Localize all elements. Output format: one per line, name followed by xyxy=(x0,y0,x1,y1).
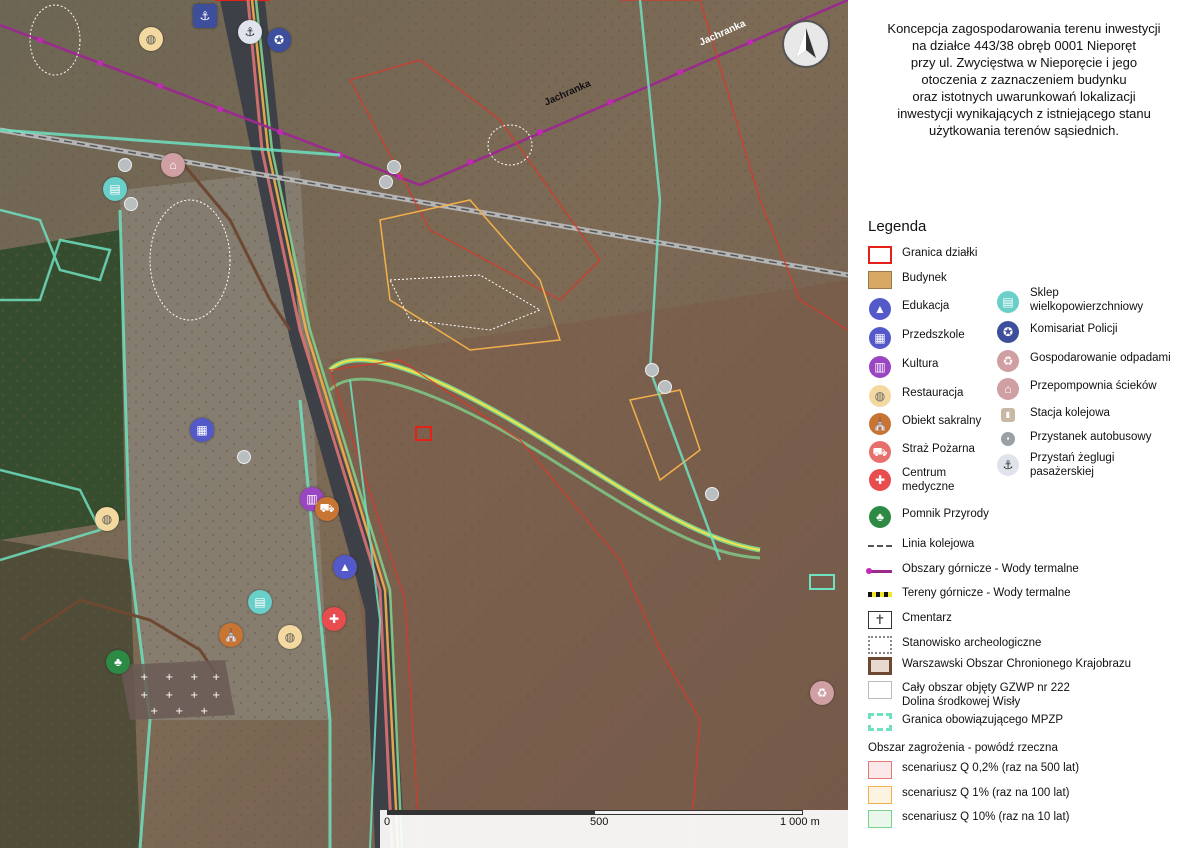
train-station-icon: ▮ xyxy=(1001,408,1015,422)
bus-stop-icon[interactable] xyxy=(387,160,401,174)
legend-item-budynek: Budynek xyxy=(868,271,947,291)
police-icon: ✪ xyxy=(997,321,1019,343)
pumping-station-icon: ⌂ xyxy=(997,378,1019,400)
medical-cross-icon: ✚ xyxy=(869,469,891,491)
svg-text:+: + xyxy=(212,672,220,683)
pumping-station-icon[interactable]: ⌂ xyxy=(161,153,185,177)
north-arrow-icon xyxy=(782,20,830,68)
legend-panel: Koncepcja zagospodarowania terenu inwest… xyxy=(848,0,1200,848)
fire-station-icon: ⛟ xyxy=(869,441,891,463)
culture-icon: ▥ xyxy=(869,356,891,378)
title-line: otoczenia z zaznaczeniem budynku xyxy=(921,72,1127,87)
legend-heading: Legenda xyxy=(868,218,927,235)
church-icon[interactable]: ⛪ xyxy=(219,623,243,647)
title-line: oraz istotnych uwarunkowań lokalizacji xyxy=(912,89,1136,104)
shop-icon[interactable]: ▤ xyxy=(248,590,272,614)
title-line: na działce 443/38 obręb 0001 Nieporęt xyxy=(911,38,1137,53)
anchor-icon[interactable]: ⚓ xyxy=(238,20,262,44)
fire-station-icon[interactable]: ⛟ xyxy=(315,497,339,521)
cross-icon: ✝ xyxy=(868,611,892,629)
legend-item-cmentarz: ✝ Cmentarz xyxy=(868,611,952,631)
legend-item-q02: scenariusz Q 0,2% (raz na 500 lat) xyxy=(868,761,1079,781)
legend-item-q1: scenariusz Q 1% (raz na 100 lat) xyxy=(868,786,1069,806)
shop-icon: ▤ xyxy=(997,291,1019,313)
legend-item-przedszkole: ▦ Przedszkole xyxy=(868,327,965,349)
svg-text:+: + xyxy=(190,690,198,701)
legend-item-edukacja: ▲ Edukacja xyxy=(868,298,949,320)
legend-item-wochk: Warszawski Obszar Chronionego Krajobrazu xyxy=(868,657,1131,677)
legend-item-q10: scenariusz Q 10% (raz na 10 lat) xyxy=(868,810,1069,830)
svg-text:+: + xyxy=(175,706,183,717)
title-line: Koncepcja zagospodarowania terenu inwest… xyxy=(887,21,1161,36)
svg-text:+: + xyxy=(140,672,148,683)
scale-bar: 0 500 1 000 m xyxy=(380,810,848,848)
legend-flood-heading: Obszar zagrożenia - powódź rzeczna xyxy=(868,742,1058,754)
legend-item-autobus: ▪ Przystanek autobusowy xyxy=(996,430,1151,450)
tree-icon: ♣ xyxy=(869,506,891,528)
legend-item-stacja: ▮ Stacja kolejowa xyxy=(996,406,1110,426)
title-line: użytkowania terenów sąsiednich. xyxy=(928,123,1120,138)
education-icon: ▲ xyxy=(869,298,891,320)
svg-text:+: + xyxy=(165,672,173,683)
police-icon[interactable]: ✪ xyxy=(267,28,291,52)
legend-item-restauracja: ◍ Restauracja xyxy=(868,385,963,407)
legend-item-sklep: ▤ Sklep wielkopowierzchniowy xyxy=(996,286,1143,314)
svg-text:+: + xyxy=(140,690,148,701)
legend-item-policja: ✪ Komisariat Policji xyxy=(996,321,1118,343)
bus-stop-icon[interactable] xyxy=(645,363,659,377)
bus-stop-icon: ▪ xyxy=(1001,432,1015,446)
anchor-icon: ⚓ xyxy=(997,454,1019,476)
legend-item-medyczne: ✚ Centrum medyczne xyxy=(868,466,954,494)
title-line: inwestycji wynikających z istniejącego s… xyxy=(897,106,1151,121)
title-line: przy ul. Zwycięstwa w Nieporęcie i jego xyxy=(910,55,1138,70)
anchor-icon[interactable]: ⚓ xyxy=(193,4,217,28)
kindergarten-icon: ▦ xyxy=(869,327,891,349)
svg-text:+: + xyxy=(190,672,198,683)
legend-item-mpzp: Granica obowiązującego MPZP xyxy=(868,713,1063,733)
svg-text:+: + xyxy=(150,706,158,717)
svg-text:+: + xyxy=(212,690,220,701)
restaurant-icon[interactable]: ◍ xyxy=(95,507,119,531)
legend-item-kultura: ▥ Kultura xyxy=(868,356,938,378)
shop-icon[interactable]: ▤ xyxy=(103,177,127,201)
map-title: Koncepcja zagospodarowania terenu inwest… xyxy=(848,20,1200,139)
church-icon: ⛪ xyxy=(869,413,891,435)
tree-icon[interactable]: ♣ xyxy=(106,650,130,674)
restaurant-icon[interactable]: ◍ xyxy=(139,27,163,51)
legend-item-sciekow: ⌂ Przepompownia ścieków xyxy=(996,378,1157,400)
scale-tick-0: 0 xyxy=(384,816,391,828)
legend-item-archeo: Stanowisko archeologiczne xyxy=(868,636,1041,656)
kindergarten-icon[interactable]: ▦ xyxy=(190,418,214,442)
bus-stop-icon[interactable] xyxy=(705,487,719,501)
education-icon[interactable]: ▲ xyxy=(333,555,357,579)
bus-stop-icon[interactable] xyxy=(379,175,393,189)
svg-text:+: + xyxy=(200,706,208,717)
recycling-icon[interactable]: ♻ xyxy=(810,681,834,705)
scale-tick-1000: 1 000 m xyxy=(780,816,820,828)
bus-stop-icon[interactable] xyxy=(237,450,251,464)
legend-item-zegluga: ⚓ Przystań żeglugi pasażerskiej xyxy=(996,451,1114,479)
legend-item-granica: Granica działki xyxy=(868,246,977,266)
legend-item-straz: ⛟ Straż Pożarna xyxy=(868,441,975,463)
bus-stop-icon[interactable] xyxy=(124,197,138,211)
map-canvas[interactable]: + + + + + + + + + + + Jachranka Jachranka ⚓ ⚓ ✪ … xyxy=(0,0,848,848)
bus-stop-icon[interactable] xyxy=(658,380,672,394)
legend-item-obszary-gornicze: Obszary górnicze - Wody termalne xyxy=(866,562,1079,582)
restaurant-icon: ◍ xyxy=(869,385,891,407)
bus-stop-icon[interactable] xyxy=(118,158,132,172)
legend-item-sakralny: ⛪ Obiekt sakralny xyxy=(868,413,981,435)
medical-center-icon[interactable]: ✚ xyxy=(322,607,346,631)
legend-item-gzwp: Cały obszar objęty GZWP nr 222 Dolina śro… xyxy=(868,681,1070,709)
svg-text:+: + xyxy=(165,690,173,701)
legend-item-linia-kolejowa: Linia kolejowa xyxy=(868,537,974,557)
legend-item-odpady: ♻ Gospodarowanie odpadami xyxy=(996,350,1171,372)
restaurant-icon[interactable]: ◍ xyxy=(278,625,302,649)
legend-item-pomnik: ♣ Pomnik Przyrody xyxy=(868,506,989,528)
legend-item-tereny-gornicze: Tereny górnicze - Wody termalne xyxy=(868,586,1071,606)
map-svg: + + + + + + + + + + + xyxy=(0,0,848,848)
scale-tick-500: 500 xyxy=(590,816,609,828)
recycling-icon: ♻ xyxy=(997,350,1019,372)
